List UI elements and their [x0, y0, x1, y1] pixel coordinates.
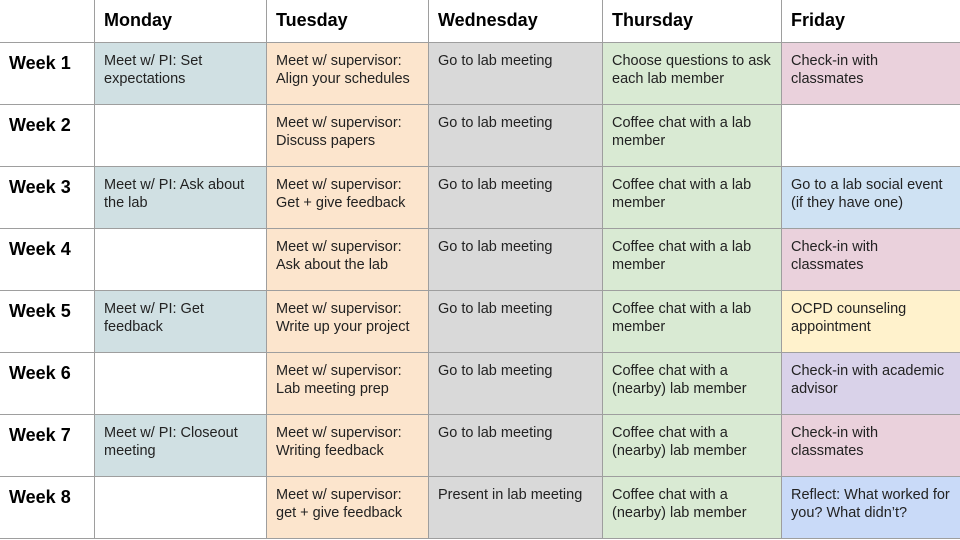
schedule-cell-thursday: Coffee chat with a (nearby) lab member	[602, 476, 782, 539]
week-label: Week 2	[0, 104, 95, 167]
schedule-cell-monday: Meet w/ PI: Closeout meeting	[94, 414, 267, 477]
schedule-cell-monday: Meet w/ PI: Set expectations	[94, 42, 267, 105]
schedule-cell-tuesday: Meet w/ supervisor: Align your schedules	[266, 42, 429, 105]
schedule-cell-wednesday: Present in lab meeting	[428, 476, 603, 539]
week-label: Week 7	[0, 414, 95, 477]
week-label: Week 5	[0, 290, 95, 353]
day-header-monday: Monday	[94, 0, 267, 43]
schedule-cell-tuesday: Meet w/ supervisor: Ask about the lab	[266, 228, 429, 291]
schedule-cell-thursday: Coffee chat with a lab member	[602, 290, 782, 353]
schedule-cell-monday	[94, 228, 267, 291]
day-header-tuesday: Tuesday	[266, 0, 429, 43]
day-header-wednesday: Wednesday	[428, 0, 603, 43]
schedule-cell-friday	[781, 104, 960, 167]
schedule-cell-monday	[94, 352, 267, 415]
schedule-cell-tuesday: Meet w/ supervisor: Lab meeting prep	[266, 352, 429, 415]
schedule-cell-tuesday: Meet w/ supervisor: Writing feedback	[266, 414, 429, 477]
week-label: Week 4	[0, 228, 95, 291]
week-label: Week 6	[0, 352, 95, 415]
schedule-cell-wednesday: Go to lab meeting	[428, 290, 603, 353]
week-label: Week 1	[0, 42, 95, 105]
week-row: Week 1 Meet w/ PI: Set expectations Meet w…	[0, 42, 960, 105]
schedule-cell-monday: Meet w/ PI: Ask about the lab	[94, 166, 267, 229]
schedule-cell-wednesday: Go to lab meeting	[428, 166, 603, 229]
schedule-cell-thursday: Coffee chat with a lab member	[602, 104, 782, 167]
schedule-cell-friday: Check-in with classmates	[781, 414, 960, 477]
week-row: Week 3 Meet w/ PI: Ask about the lab Meet …	[0, 166, 960, 229]
schedule-body: Week 1 Meet w/ PI: Set expectations Meet w…	[0, 42, 960, 539]
schedule-cell-tuesday: Meet w/ supervisor: get + give feedback	[266, 476, 429, 539]
corner-cell	[0, 0, 95, 43]
schedule-cell-wednesday: Go to lab meeting	[428, 352, 603, 415]
schedule-cell-wednesday: Go to lab meeting	[428, 104, 603, 167]
schedule-cell-tuesday: Meet w/ supervisor: Get + give feedback	[266, 166, 429, 229]
schedule-cell-monday: Meet w/ PI: Get feedback	[94, 290, 267, 353]
schedule-cell-thursday: Choose questions to ask each lab member	[602, 42, 782, 105]
schedule-cell-friday: Go to a lab social event (if they have o…	[781, 166, 960, 229]
week-row: Week 7 Meet w/ PI: Closeout meeting Meet w…	[0, 414, 960, 477]
schedule-cell-thursday: Coffee chat with a (nearby) lab member	[602, 352, 782, 415]
day-header-thursday: Thursday	[602, 0, 782, 43]
schedule-cell-friday: OCPD counseling appointment	[781, 290, 960, 353]
week-row: Week 4 Meet w/ supervisor: Ask about the …	[0, 228, 960, 291]
schedule-cell-tuesday: Meet w/ supervisor: Discuss papers	[266, 104, 429, 167]
weekly-schedule-table: Monday Tuesday Wednesday Thursday Friday…	[0, 0, 960, 539]
schedule-cell-wednesday: Go to lab meeting	[428, 228, 603, 291]
schedule-cell-thursday: Coffee chat with a lab member	[602, 228, 782, 291]
schedule-cell-friday: Check-in with classmates	[781, 42, 960, 105]
schedule-cell-tuesday: Meet w/ supervisor: Write up your projec…	[266, 290, 429, 353]
week-row: Week 5 Meet w/ PI: Get feedback Meet w/ su…	[0, 290, 960, 353]
schedule-cell-wednesday: Go to lab meeting	[428, 414, 603, 477]
schedule-cell-monday	[94, 476, 267, 539]
schedule-cell-monday	[94, 104, 267, 167]
schedule-cell-wednesday: Go to lab meeting	[428, 42, 603, 105]
week-label: Week 3	[0, 166, 95, 229]
header-row: Monday Tuesday Wednesday Thursday Friday	[0, 0, 960, 43]
week-row: Week 2 Meet w/ supervisor: Discuss papers…	[0, 104, 960, 167]
schedule-cell-friday: Check-in with classmates	[781, 228, 960, 291]
week-row: Week 6 Meet w/ supervisor: Lab meeting pr…	[0, 352, 960, 415]
day-header-friday: Friday	[781, 0, 960, 43]
week-row: Week 8 Meet w/ supervisor: get + give fee…	[0, 476, 960, 539]
schedule-cell-friday: Reflect: What worked for you? What didn’…	[781, 476, 960, 539]
schedule-cell-thursday: Coffee chat with a lab member	[602, 166, 782, 229]
schedule-cell-friday: Check-in with academic advisor	[781, 352, 960, 415]
week-label: Week 8	[0, 476, 95, 539]
schedule-cell-thursday: Coffee chat with a (nearby) lab member	[602, 414, 782, 477]
